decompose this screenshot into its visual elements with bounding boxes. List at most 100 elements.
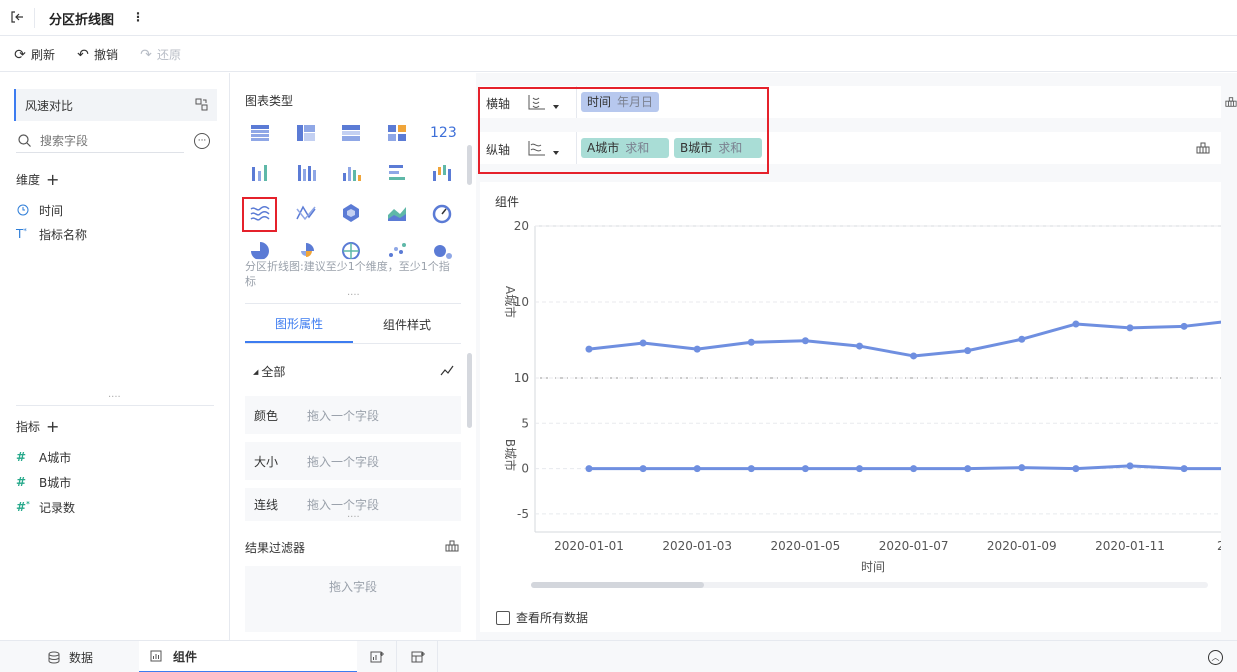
chart-type-hint: 分区折线图:建议至少1个维度，至少1个指标 [245, 259, 459, 289]
redo-icon: ↷ [140, 46, 152, 63]
field-panel: 风速对比 ··· 维度 + 时间 T* 指标名称 ···· 指标 + # A城市… [0, 73, 237, 640]
table-chart-icon[interactable] [248, 121, 272, 145]
size-property[interactable]: 大小 拖入一个字段 [245, 442, 461, 480]
y-tick-label: 20 [514, 219, 529, 233]
chart-svg: 20100A城市1050-5B城市2020-01-01 2020-01-03 202… [503, 219, 1221, 574]
x-axis-title: 时间 [861, 560, 885, 574]
filter-title: 结果过滤器 [245, 541, 306, 555]
collapse-up-icon[interactable]: ︿ [1208, 650, 1223, 665]
scrollbar[interactable] [467, 145, 472, 185]
resize-handle[interactable]: ···· [347, 513, 360, 523]
x-tick-label: 2020-01-05 [771, 539, 841, 553]
number-chart-icon[interactable]: 123 [430, 121, 458, 145]
data-point [693, 345, 701, 353]
y-tick-label: -5 [517, 507, 529, 521]
view-all-data[interactable]: 查看所有数据 [496, 609, 588, 626]
filter-drop-area[interactable]: 拖入字段 [245, 566, 461, 632]
data-point [964, 347, 972, 355]
dimension-item[interactable]: T* 指标名称 [16, 224, 87, 244]
line-type-icon[interactable] [439, 363, 455, 379]
color-property[interactable]: 颜色 拖入一个字段 [245, 396, 461, 434]
text-type-icon: T* [16, 227, 27, 241]
tab-graph-props[interactable]: 图形属性 [245, 305, 353, 343]
tab-data[interactable]: 数据 [0, 641, 139, 672]
data-point [1180, 465, 1188, 473]
tab-component[interactable]: 组件 [139, 641, 357, 672]
resize-handle[interactable]: ···· [347, 291, 360, 301]
tab-component-style[interactable]: 组件样式 [353, 305, 461, 343]
data-point [747, 465, 755, 473]
measure-title: 指标 [16, 420, 41, 434]
chart-type-title: 图表类型 [245, 94, 294, 108]
y-axis-filter-icon[interactable] [1196, 132, 1216, 164]
refresh-icon: ⟳ [14, 46, 26, 63]
switch-dataset-icon[interactable] [194, 97, 208, 111]
bar-chart-icon[interactable] [339, 161, 363, 185]
search-input[interactable] [40, 133, 170, 148]
triangle-icon: ◢ [253, 367, 259, 376]
x-axis-filter-icon[interactable] [1225, 86, 1237, 118]
add-dimension-icon[interactable]: + [46, 170, 59, 189]
component-card: 组件 20 10 0 A城市 10 5 0 -5 B城市 2020-01-01 2020-01-03… [480, 182, 1221, 632]
dataset-selector[interactable]: 风速对比 [14, 89, 217, 121]
resize-handle[interactable]: ···· [108, 393, 121, 403]
grouped-bar-icon[interactable] [248, 161, 272, 185]
refresh-button[interactable]: ⟳ 刷新 [12, 46, 55, 63]
data-point [910, 352, 918, 360]
y-tick-label: 5 [521, 416, 529, 430]
measure-item[interactable]: # B城市 [16, 472, 71, 492]
undo-icon: ↶ [77, 46, 89, 63]
clock-icon [16, 204, 30, 216]
dimension-item[interactable]: 时间 [16, 200, 63, 220]
horizontal-bar-icon[interactable] [385, 161, 409, 185]
x-tick-label: 2020-01-07 [879, 539, 949, 553]
add-measure-icon[interactable]: + [46, 417, 59, 436]
top-bar: 分区折线图 ⋮ [0, 0, 1237, 36]
scrollbar[interactable] [467, 353, 472, 428]
chart-icon [149, 650, 163, 662]
dimension-title: 维度 [16, 173, 41, 187]
y-axis-title: A城市 [503, 286, 518, 318]
x-tick-label: 2020-01-01 [554, 539, 624, 553]
database-icon [47, 651, 61, 664]
x-tick-label: 2020-01-09 [987, 539, 1057, 553]
chart-config-panel: 图表类型 123 分区折线图:建议至少1个维度，至少1个指标 ···· 图形属性… [231, 73, 476, 640]
radar-chart-icon[interactable] [339, 201, 363, 225]
exit-icon[interactable] [8, 8, 26, 26]
horizontal-scrollbar-thumb[interactable] [531, 582, 704, 588]
kpi-card-icon[interactable] [385, 121, 409, 145]
y-tick-label: 0 [521, 462, 529, 476]
stacked-bar-icon[interactable] [294, 161, 318, 185]
measure-item[interactable]: # A城市 [16, 447, 71, 467]
gauge-chart-icon[interactable] [430, 201, 454, 225]
more-icon[interactable]: ⋮ [131, 9, 145, 25]
more-options-icon[interactable]: ··· [194, 133, 210, 149]
area-chart-icon[interactable] [385, 201, 409, 225]
data-point [910, 465, 918, 473]
data-point [856, 342, 863, 350]
detail-table-icon[interactable] [339, 121, 363, 145]
selected-chart-highlight [242, 197, 277, 232]
series-line [588, 320, 1221, 358]
data-point [1126, 462, 1134, 470]
data-point [585, 465, 593, 473]
number-type-icon: # [16, 450, 27, 464]
undo-button[interactable]: ↶ 撤销 [75, 46, 118, 63]
add-component-icon[interactable] [357, 641, 397, 672]
data-point [1018, 464, 1026, 472]
all-group-toggle[interactable]: ◢ 全部 [253, 363, 285, 380]
add-dashboard-icon[interactable] [398, 641, 438, 672]
data-point [693, 465, 701, 473]
cross-table-icon[interactable] [294, 121, 318, 145]
x-tick-label: 2020-01-11 [1095, 539, 1165, 553]
y-axis-title: B城市 [503, 439, 518, 471]
filter-icon[interactable] [444, 539, 460, 553]
data-point [801, 465, 809, 473]
waterfall-icon[interactable] [430, 161, 454, 185]
line-chart-icon[interactable] [294, 201, 318, 225]
y-tick-label: 10 [514, 371, 529, 385]
measure-item[interactable]: #* 记录数 [16, 497, 75, 517]
data-point [801, 337, 809, 345]
checkbox[interactable] [496, 610, 510, 625]
redo-button[interactable]: ↷ 还原 [138, 46, 181, 63]
